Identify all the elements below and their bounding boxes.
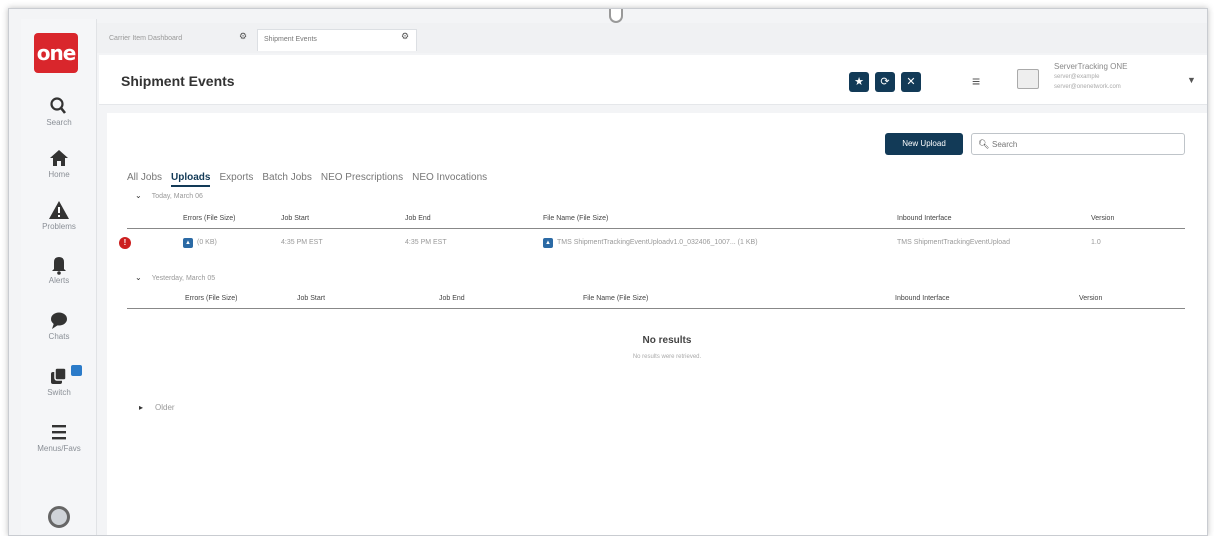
sidebar-item-search[interactable]: Search — [21, 95, 97, 127]
page-header: Shipment Events ★ ⟳ ✕ ≡ ServerTracking O… — [99, 55, 1207, 105]
gear-icon[interactable]: ⚙ — [239, 31, 247, 42]
window-tab-dashboard[interactable]: Carrier Item Dashboard — [103, 29, 243, 51]
table-row[interactable]: ! ▲ (0 KB) 4:35 PM EST 4:35 PM EST ▲ TMS… — [119, 233, 1185, 253]
search-input[interactable] — [992, 137, 1172, 151]
group-yesterday-toggle[interactable]: ⌄ Yesterday, March 05 — [135, 273, 215, 282]
sidebar-item-label: Menus/Favs — [37, 444, 81, 453]
group-today-toggle[interactable]: ⌄ Today, March 06 — [135, 191, 203, 200]
sidebar-item-label: Problems — [42, 222, 76, 231]
sidebar: one Search Home Problems Alerts Chats Sw… — [21, 19, 97, 535]
sidebar-item-label: Home — [48, 170, 70, 179]
gear-icon[interactable]: ⚙ — [401, 31, 409, 42]
bell-icon — [52, 257, 66, 275]
window-tab-label: Carrier Item Dashboard — [109, 35, 183, 42]
app-frame: one Search Home Problems Alerts Chats Sw… — [8, 8, 1208, 536]
refresh-button[interactable]: ⟳ — [875, 72, 895, 92]
main-content: New Upload 🔍︎ All Jobs Uploads Exports Batc… — [107, 113, 1207, 535]
chevron-right-icon: ▸ — [139, 403, 144, 412]
column-header-errors[interactable]: Errors (File Size) — [183, 215, 236, 222]
column-header-inbound[interactable]: Inbound Interface — [895, 295, 950, 302]
column-header-version[interactable]: Version — [1091, 215, 1114, 222]
no-results-title: No results — [642, 335, 692, 346]
window-tab-strip: Carrier Item Dashboard ⚙ Shipment Events… — [97, 23, 1207, 53]
hamburger-menu-icon[interactable]: ≡ — [972, 73, 980, 89]
tab-neo-invocations[interactable]: NEO Invocations — [412, 172, 487, 185]
column-header-errors[interactable]: Errors (File Size) — [185, 295, 238, 302]
menu-icon — [52, 425, 66, 440]
search-icon — [50, 97, 67, 114]
column-header-job-start[interactable]: Job Start — [297, 295, 325, 302]
sidebar-item-label: Chats — [48, 332, 70, 341]
window-handle-icon — [609, 9, 623, 23]
column-header-job-end[interactable]: Job End — [405, 215, 431, 222]
job-tabs: All Jobs Uploads Exports Batch Jobs NEO Pres… — [127, 167, 496, 187]
sidebar-item-label: Switch — [47, 388, 71, 397]
chevron-down-icon: ⌄ — [135, 273, 142, 282]
tab-neo-prescriptions[interactable]: NEO Prescriptions — [321, 172, 403, 185]
page-title: Shipment Events — [121, 73, 235, 89]
version-cell: 1.0 — [1091, 239, 1101, 246]
favorite-button[interactable]: ★ — [849, 72, 869, 92]
column-header-inbound[interactable]: Inbound Interface — [897, 215, 952, 222]
avatar[interactable] — [1017, 69, 1039, 89]
globe-icon[interactable] — [48, 506, 70, 528]
tab-batch-jobs[interactable]: Batch Jobs — [262, 172, 311, 185]
file-icon[interactable]: ▲ — [183, 238, 193, 248]
chevron-down-icon[interactable]: ▼ — [1187, 75, 1196, 85]
sidebar-item-chats[interactable]: Chats — [21, 309, 97, 341]
group-label: Older — [155, 403, 175, 412]
window-tab-label: Shipment Events — [264, 36, 317, 43]
column-header-version[interactable]: Version — [1079, 295, 1102, 302]
refresh-icon: ⟳ — [880, 75, 890, 88]
table-header: Errors (File Size) Job Start Job End Fil… — [127, 293, 1185, 309]
error-icon: ! — [119, 237, 131, 249]
sidebar-item-label: Alerts — [48, 276, 70, 285]
tab-all-jobs[interactable]: All Jobs — [127, 172, 162, 185]
group-older-toggle[interactable]: ▸ Older — [139, 403, 175, 412]
group-label: Yesterday, March 05 — [151, 275, 216, 282]
warning-icon — [49, 201, 69, 219]
user-name: ServerTracking ONE — [1054, 62, 1128, 71]
sidebar-item-alerts[interactable]: Alerts — [21, 253, 97, 285]
errors-cell[interactable]: (0 KB) — [197, 239, 217, 246]
search-field[interactable]: 🔍︎ — [971, 133, 1185, 155]
chat-icon — [51, 312, 67, 329]
new-upload-button[interactable]: New Upload — [885, 133, 963, 155]
app-logo[interactable]: one — [34, 33, 78, 73]
user-email: server@onenetwork.com — [1054, 84, 1121, 90]
chevron-down-icon: ⌄ — [135, 191, 142, 200]
home-icon — [50, 150, 68, 166]
close-icon: ✕ — [906, 75, 916, 88]
column-header-job-end[interactable]: Job End — [439, 295, 465, 302]
table-header: Errors (File Size) Job Start Job End Fil… — [127, 213, 1185, 229]
user-role: server@example — [1054, 74, 1100, 80]
sidebar-item-switch[interactable]: Switch — [21, 365, 97, 397]
tab-uploads[interactable]: Uploads — [171, 172, 211, 187]
close-button[interactable]: ✕ — [901, 72, 921, 92]
column-header-file-name[interactable]: File Name (File Size) — [583, 295, 648, 302]
no-results-message: No results were retrieved. — [632, 354, 702, 360]
column-header-file-name[interactable]: File Name (File Size) — [543, 215, 608, 222]
inbound-cell: TMS ShipmentTrackingEventUpload — [897, 239, 1010, 246]
window-tab-shipment-events[interactable]: Shipment Events — [257, 29, 417, 51]
job-end-cell: 4:35 PM EST — [405, 239, 447, 246]
tab-exports[interactable]: Exports — [219, 172, 253, 185]
search-icon: 🔍︎ — [978, 139, 990, 149]
sidebar-item-problems[interactable]: Problems — [21, 199, 97, 231]
star-icon: ★ — [854, 75, 864, 88]
sidebar-item-home[interactable]: Home — [21, 147, 97, 179]
switch-icon — [51, 367, 67, 384]
file-icon[interactable]: ▲ — [543, 238, 553, 248]
file-name-cell[interactable]: TMS ShipmentTrackingEventUploadv1.0_0324… — [557, 239, 758, 246]
sidebar-item-menus[interactable]: Menus/Favs — [21, 421, 97, 453]
sidebar-item-label: Search — [46, 118, 72, 127]
switch-badge — [71, 365, 82, 376]
column-header-job-start[interactable]: Job Start — [281, 215, 309, 222]
job-start-cell: 4:35 PM EST — [281, 239, 323, 246]
group-label: Today, March 06 — [151, 193, 203, 200]
